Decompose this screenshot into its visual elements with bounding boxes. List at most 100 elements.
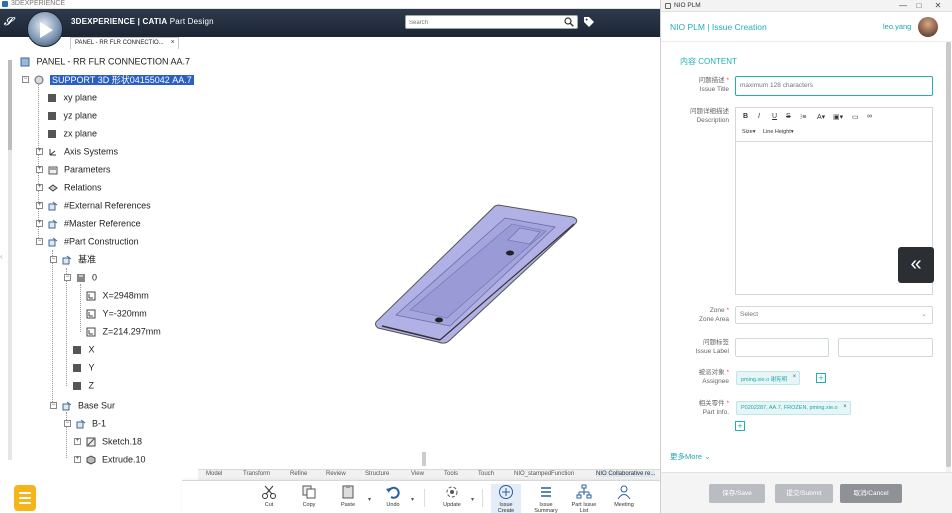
tree-item-plane-y[interactable]: Y xyxy=(72,360,95,374)
underline-button[interactable]: U xyxy=(772,113,777,120)
bold-button[interactable]: B xyxy=(743,113,748,120)
tab-touch[interactable]: Touch xyxy=(478,471,494,477)
issue-summary-button[interactable]: Issue Summary xyxy=(531,484,561,513)
tree-item-zx-plane[interactable]: zx plane xyxy=(47,126,97,140)
tree-item-external-references[interactable]: + #External References xyxy=(36,198,151,212)
scrollbar-thumb[interactable] xyxy=(946,42,951,467)
expand-icon[interactable]: + xyxy=(36,184,43,192)
expand-icon[interactable]: − xyxy=(64,420,71,428)
plm-scrollbar[interactable] xyxy=(946,42,951,472)
issue-title-field[interactable] xyxy=(735,76,933,96)
tree-item-support[interactable]: − SUPPORT 3D 形状04155042 AA.7 xyxy=(22,72,194,86)
add-part-button[interactable]: + xyxy=(735,421,745,431)
tree-item-datum[interactable]: − 基准 xyxy=(50,252,96,266)
paste-button[interactable]: Paste xyxy=(333,484,363,508)
issue-label-field-1[interactable] xyxy=(735,338,829,357)
copy-button[interactable]: Copy xyxy=(294,484,324,508)
tree-item-param-x[interactable]: X=2948mm xyxy=(86,288,149,302)
zone-select[interactable]: ⌄ xyxy=(735,306,933,324)
document-tab[interactable]: PANEL - RR FLR CONNECTIO... × xyxy=(70,37,179,49)
line-height-select[interactable]: Line Height▾ xyxy=(763,129,794,135)
maximize-icon[interactable]: □ xyxy=(912,0,926,12)
update-button[interactable]: Update xyxy=(437,484,467,508)
assignee-chip[interactable]: pming.xie.o 谢宪明 × xyxy=(736,371,801,385)
tab-tools[interactable]: Tools xyxy=(444,471,458,477)
avatar[interactable] xyxy=(918,17,938,37)
expand-icon[interactable]: + xyxy=(36,220,43,228)
tab-transform[interactable]: Transform xyxy=(243,471,270,477)
search-icon[interactable] xyxy=(564,17,574,27)
tab-structure[interactable]: Structure xyxy=(365,471,389,477)
font-color-icon[interactable]: A▾ xyxy=(817,113,825,121)
issue-create-button[interactable]: Issue Create xyxy=(491,484,521,513)
tree-item-base-sur[interactable]: − Base Sur xyxy=(50,398,115,412)
tree-item-param-y[interactable]: Y=-320mm xyxy=(86,306,147,320)
user-name[interactable]: leo.yang xyxy=(883,22,911,31)
tree-item-yz-plane[interactable]: yz plane xyxy=(47,108,97,122)
close-icon[interactable]: ✕ xyxy=(931,0,945,12)
issue-label-field-2[interactable] xyxy=(838,338,933,357)
chevron-down-icon[interactable]: ▾ xyxy=(411,496,414,503)
expand-icon[interactable]: + xyxy=(36,166,43,174)
expand-icon[interactable]: + xyxy=(36,148,43,156)
tree-item-point-0[interactable]: − 0 xyxy=(64,270,97,284)
tree-item-xy-plane[interactable]: xy plane xyxy=(47,90,97,104)
part-info-chip[interactable]: P0202287, AA.7, FROZEN, pming.xie.o × xyxy=(736,401,851,415)
tree-item-master-reference[interactable]: + #Master Reference xyxy=(36,216,141,230)
expand-icon[interactable]: − xyxy=(50,256,57,264)
collapse-panel-button[interactable]: « xyxy=(898,247,934,283)
tree-item-parameters[interactable]: + Parameters xyxy=(36,162,111,176)
image-icon[interactable]: ▭ xyxy=(852,113,859,121)
tab-view[interactable]: View xyxy=(411,471,424,477)
cancel-button[interactable]: 取消/Cancel xyxy=(840,484,902,503)
notes-icon[interactable] xyxy=(14,485,36,511)
chevron-down-icon[interactable]: ▾ xyxy=(471,496,474,503)
issue-title-input[interactable] xyxy=(740,82,920,89)
tree-item-b1[interactable]: − B-1 xyxy=(64,416,106,430)
tree-item-plane-z[interactable]: Z xyxy=(72,378,94,392)
tree-item-part-construction[interactable]: − #Part Construction xyxy=(36,234,139,248)
close-icon[interactable]: × xyxy=(171,39,175,46)
tab-review[interactable]: Review xyxy=(326,471,346,477)
list-icon[interactable]: ⁝≡ xyxy=(800,113,806,121)
italic-button[interactable]: I xyxy=(758,113,760,120)
tag-icon[interactable] xyxy=(583,16,595,28)
expand-icon[interactable]: − xyxy=(50,402,57,410)
zone-select-input[interactable] xyxy=(740,311,920,318)
meeting-button[interactable]: Meeting xyxy=(609,484,639,508)
search-input[interactable] xyxy=(409,17,559,28)
add-assignee-button[interactable]: + xyxy=(816,373,826,383)
compass-icon[interactable] xyxy=(27,11,63,47)
tree-item-sketch[interactable]: + Sketch.18 xyxy=(74,434,142,448)
cut-button[interactable]: Cut xyxy=(254,484,284,508)
part-issue-list-button[interactable]: Part Issue List xyxy=(569,484,599,513)
tab-model[interactable]: Model xyxy=(206,471,222,477)
highlight-icon[interactable]: ▣▾ xyxy=(833,113,843,121)
minimize-icon[interactable]: — xyxy=(896,0,910,12)
search-box[interactable] xyxy=(405,15,578,29)
undo-button[interactable]: Undo xyxy=(378,484,408,508)
tab-nio-stamped-function[interactable]: NIO_stampedFunction xyxy=(514,471,574,477)
expand-icon[interactable]: − xyxy=(22,76,29,84)
expand-icon[interactable]: + xyxy=(74,438,81,446)
tree-item-relations[interactable]: + Relations xyxy=(36,180,102,194)
tree-root[interactable]: PANEL - RR FLR CONNECTION AA.7 xyxy=(20,54,190,68)
submit-button[interactable]: 提交/Submit xyxy=(775,484,833,503)
expand-icon[interactable]: + xyxy=(74,456,81,464)
save-button[interactable]: 保存/Save xyxy=(709,484,765,503)
tree-item-param-z[interactable]: Z=214.297mm xyxy=(86,324,161,338)
part-3d-view[interactable] xyxy=(370,200,580,345)
tab-nio-collaborative[interactable]: NIO Collaborative re... xyxy=(596,471,656,477)
expand-icon[interactable]: − xyxy=(64,274,71,282)
remove-icon[interactable]: × xyxy=(843,404,847,410)
tab-refine[interactable]: Refine xyxy=(290,471,307,477)
tree-item-axis-systems[interactable]: + Axis Systems xyxy=(36,144,118,158)
more-link[interactable]: 更多More ⌄ xyxy=(670,451,710,462)
font-size-select[interactable]: Size▾ xyxy=(742,129,755,135)
chevron-down-icon[interactable]: ▾ xyxy=(368,496,371,503)
strikethrough-button[interactable]: S xyxy=(786,113,791,120)
link-icon[interactable]: ∞ xyxy=(867,113,872,120)
expand-icon[interactable]: + xyxy=(36,202,43,210)
remove-icon[interactable]: × xyxy=(793,374,797,380)
expand-icon[interactable]: − xyxy=(36,238,43,246)
